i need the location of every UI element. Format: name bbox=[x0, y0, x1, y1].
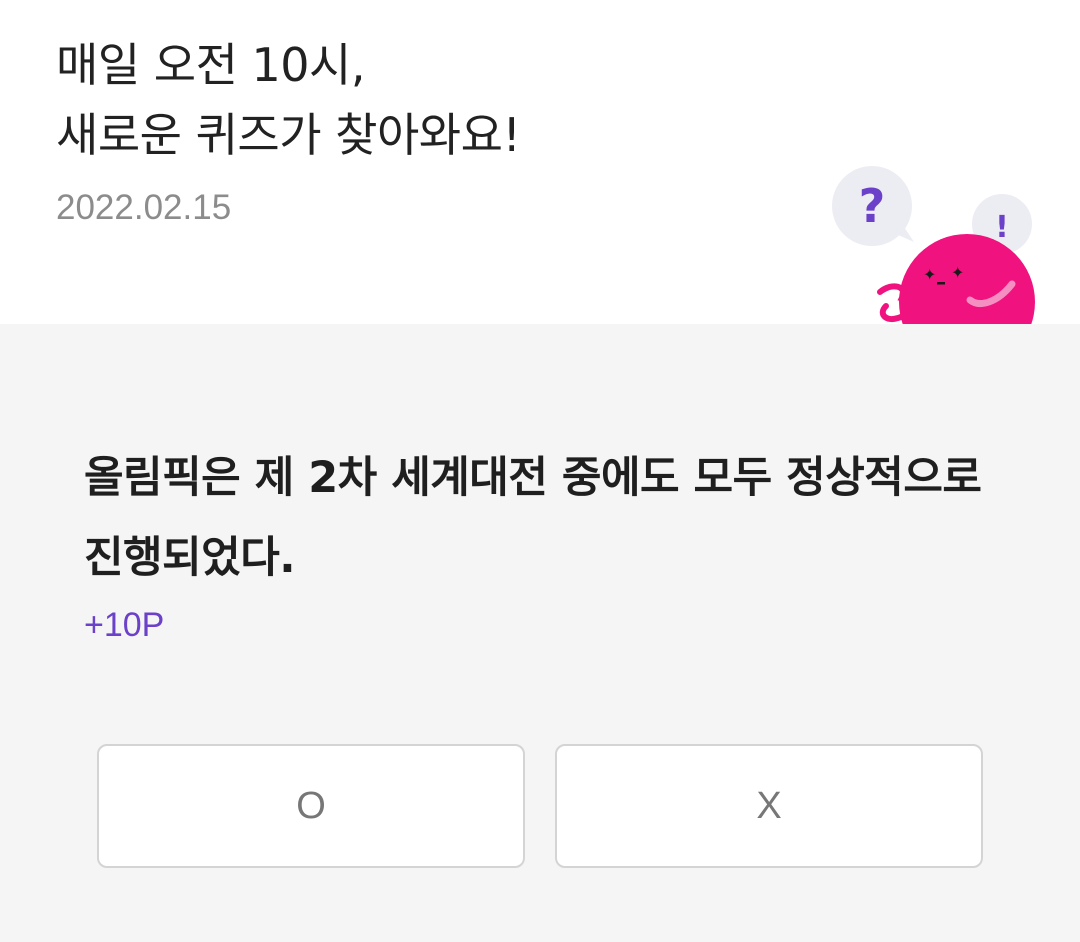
question-mark-glyph: ? bbox=[859, 179, 886, 233]
question-bubble-icon: ? bbox=[832, 166, 914, 246]
title-line-2: 새로운 퀴즈가 찾아와요! bbox=[56, 108, 521, 162]
page-title: 매일 오전 10시, 새로운 퀴즈가 찾아와요! bbox=[56, 30, 521, 170]
mascot-illustration: ? ! ✦ ✦ bbox=[820, 150, 1060, 324]
answer-o-button[interactable]: O bbox=[97, 744, 525, 868]
svg-text:✦: ✦ bbox=[923, 265, 936, 284]
quiz-date: 2022.02.15 bbox=[56, 188, 232, 227]
svg-text:✦: ✦ bbox=[951, 263, 964, 282]
quiz-question: 올림픽은 제 2차 세계대전 중에도 모두 정상적으로 진행되었다. bbox=[84, 453, 982, 583]
title-line-1: 매일 오전 10시, bbox=[56, 38, 366, 92]
exclamation-mark-glyph: ! bbox=[995, 210, 1009, 245]
mascot-svg: ? ! ✦ ✦ bbox=[832, 166, 1035, 324]
answer-x-button[interactable]: X bbox=[555, 744, 983, 868]
quiz-header: 매일 오전 10시, 새로운 퀴즈가 찾아와요! 2022.02.15 ? ! … bbox=[0, 0, 1080, 324]
quiz-card: 올림픽은 제 2차 세계대전 중에도 모두 정상적으로 진행되었다. +10P … bbox=[0, 324, 1080, 942]
reward-points: +10P bbox=[84, 606, 165, 644]
